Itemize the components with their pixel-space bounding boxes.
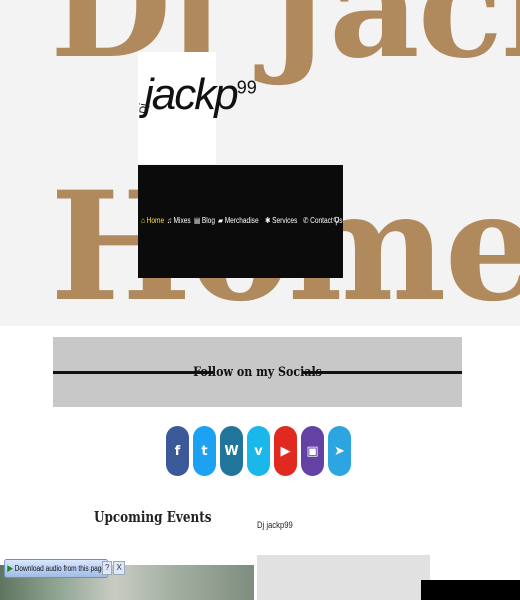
nav-item-merchandise[interactable]: ▰ Merchadise (218, 216, 259, 225)
twitch-button[interactable]: ▣ (301, 426, 324, 476)
telegram-button[interactable]: ➤ (328, 426, 351, 476)
nav-item-mixes[interactable]: ♫ Mixes (167, 216, 191, 225)
telegram-icon: ➤ (334, 443, 345, 459)
twitter-button[interactable]: t (193, 426, 216, 476)
nav-item-services[interactable]: ✱ Services (265, 216, 297, 225)
youtube-icon: ▶ (280, 443, 291, 459)
main-nav: ⌂ Home ♫ Mixes ▤ Blog ▰ Merchadise ✱ Ser… (138, 165, 343, 278)
divider-right (302, 371, 462, 374)
nav-item-blog[interactable]: ▤ Blog (194, 216, 215, 225)
follow-socials-heading: Follow on my Socials (53, 337, 462, 407)
nav-item-label: Mixes (173, 216, 191, 225)
facebook-button[interactable]: f (166, 426, 189, 476)
facebook-icon: f (174, 443, 181, 459)
gear-icon: ✱ (265, 216, 271, 225)
wordpress-button[interactable]: W (220, 426, 243, 476)
hero-banner: Dj JackP99 HomePage Dj jackp99 ⌂ Home ♫ … (0, 0, 520, 326)
hero-title-line1: Dj JackP99 (50, 0, 520, 90)
nav-item-label: Merchadise (224, 216, 259, 225)
download-audio-button[interactable]: ▶ Download audio from this page (4, 558, 109, 578)
events-title: Upcoming Events (94, 508, 212, 526)
nav-item-home[interactable]: ⌂ Home (141, 216, 164, 225)
logo-name: jackp (144, 70, 239, 119)
nav-list: ⌂ Home ♫ Mixes ▤ Blog ▰ Merchadise ✱ Ser… (141, 216, 345, 225)
help-button[interactable]: ? (102, 561, 113, 575)
search-icon[interactable]: ⚲ (333, 216, 340, 227)
sidebar-title: Dj jackp99 (257, 520, 293, 530)
nav-item-label: Services (272, 216, 298, 225)
twitch-icon: ▣ (306, 443, 319, 459)
wordpress-icon: W (224, 443, 239, 459)
vimeo-icon: v (254, 443, 263, 459)
play-icon: ▶ (7, 562, 13, 573)
download-audio-widget: ▶ Download audio from this page ? X (4, 558, 125, 578)
home-icon: ⌂ (141, 216, 145, 225)
sidebar-dark-block (421, 580, 520, 600)
logo-number: 99 (236, 77, 257, 98)
twitter-icon: t (201, 443, 208, 459)
site-logo[interactable]: Dj jackp99 (138, 52, 257, 164)
logo-text: jackp99 (144, 70, 257, 120)
phone-icon: ✆ (302, 216, 309, 225)
vimeo-button[interactable]: v (247, 426, 270, 476)
social-icons: f t Wv ▶ ▣ ➤ (166, 426, 351, 476)
youtube-button[interactable]: ▶ (274, 426, 297, 476)
bag-icon: ▰ (217, 216, 223, 225)
document-icon: ▤ (194, 216, 201, 225)
music-icon: ♫ (167, 216, 173, 225)
download-audio-label: Download audio from this page (14, 563, 106, 573)
nav-item-label: Home (146, 216, 165, 225)
close-button[interactable]: X (113, 561, 125, 575)
nav-item-label: Blog (201, 216, 216, 225)
download-widget-controls: ? X (102, 561, 125, 575)
sidebar-image-placeholder (257, 555, 430, 600)
